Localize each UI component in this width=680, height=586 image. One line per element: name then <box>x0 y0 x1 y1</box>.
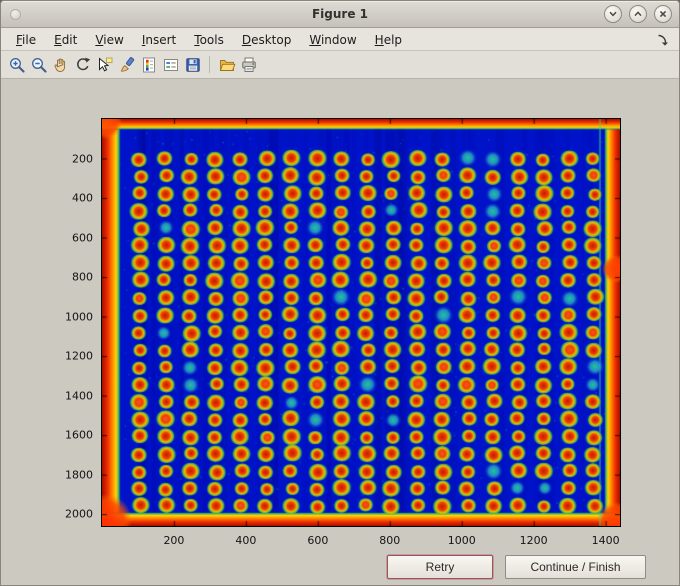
brush-icon <box>118 56 136 74</box>
retry-button[interactable]: Retry <box>387 555 493 579</box>
zoom-out-icon <box>30 56 48 74</box>
window-controls <box>604 5 672 23</box>
figure-window: Figure 1 File Edit View Insert Tools Desktop W… <box>0 0 680 586</box>
shade-button[interactable] <box>604 5 622 23</box>
menu-item-tools[interactable]: Tools <box>185 29 233 50</box>
title-bar[interactable]: Figure 1 <box>1 1 679 28</box>
insert-legend-icon <box>162 56 180 74</box>
zoom-out-button[interactable] <box>28 54 49 76</box>
dock-arrow-icon <box>658 34 668 46</box>
rotate-3d-icon <box>74 56 92 74</box>
menu-item-help[interactable]: Help <box>366 29 411 50</box>
toolbar <box>1 51 679 79</box>
x-tick-label: 400 <box>235 534 257 547</box>
insert-colorbar-icon <box>140 56 158 74</box>
insert-legend-button[interactable] <box>160 54 181 76</box>
maximize-button[interactable] <box>629 5 647 23</box>
save-button[interactable] <box>182 54 203 76</box>
menu-bar: File Edit View Insert Tools Desktop Window Help <box>1 28 679 51</box>
rotate-3d-button[interactable] <box>72 54 93 76</box>
microarray-image[interactable] <box>102 119 620 526</box>
menu-item-edit[interactable]: Edit <box>45 29 86 50</box>
open-button[interactable] <box>216 54 237 76</box>
y-tick-label: 200 <box>72 152 93 165</box>
y-tick-label: 600 <box>72 231 93 245</box>
save-icon <box>184 56 202 74</box>
y-tick-label: 800 <box>72 270 93 284</box>
insert-colorbar-button[interactable] <box>138 54 159 76</box>
menu-item-desktop[interactable]: Desktop <box>233 29 301 50</box>
data-cursor-button[interactable] <box>94 54 115 76</box>
zoom-in-button[interactable] <box>6 54 27 76</box>
continue-finish-button[interactable]: Continue / Finish <box>505 555 646 579</box>
close-button[interactable] <box>654 5 672 23</box>
chevron-up-icon <box>634 11 642 17</box>
y-tick-label: 1400 <box>65 389 93 403</box>
menu-item-window[interactable]: Window <box>300 29 365 50</box>
axes <box>101 118 621 527</box>
menu-item-insert[interactable]: Insert <box>133 29 185 50</box>
y-tick-label: 1800 <box>65 468 93 482</box>
pan-button[interactable] <box>50 54 71 76</box>
print-button[interactable] <box>238 54 259 76</box>
brush-button[interactable] <box>116 54 137 76</box>
y-tick-label: 1600 <box>65 428 93 442</box>
menu-item-view[interactable]: View <box>86 29 132 50</box>
window-title: Figure 1 <box>311 7 369 21</box>
x-tick-label: 1400 <box>591 534 620 547</box>
print-icon <box>240 56 258 74</box>
x-tick-label: 800 <box>379 534 401 547</box>
chevron-down-icon <box>609 11 617 17</box>
x-tick-label: 200 <box>163 534 185 547</box>
toolbar-separator <box>209 56 210 73</box>
figure-canvas-area: Retry Continue / Finish 200 400 600 800 1000… <box>1 79 679 585</box>
pan-icon <box>52 56 70 74</box>
dock-figure-button[interactable] <box>652 31 673 48</box>
data-cursor-icon <box>96 56 114 74</box>
x-tick-label: 600 <box>307 534 329 547</box>
y-tick-label: 2000 <box>65 507 93 521</box>
x-tick-label: 1200 <box>519 534 548 547</box>
menu-item-file[interactable]: File <box>7 29 45 50</box>
zoom-in-icon <box>8 56 26 74</box>
y-tick-label: 400 <box>72 191 93 205</box>
open-icon <box>218 56 236 74</box>
close-icon <box>659 10 667 18</box>
menu-items: File Edit View Insert Tools Desktop Window Help <box>7 29 411 50</box>
x-tick-label: 1000 <box>447 534 476 547</box>
y-tick-label: 1200 <box>65 349 93 363</box>
y-tick-label: 1000 <box>65 310 93 324</box>
